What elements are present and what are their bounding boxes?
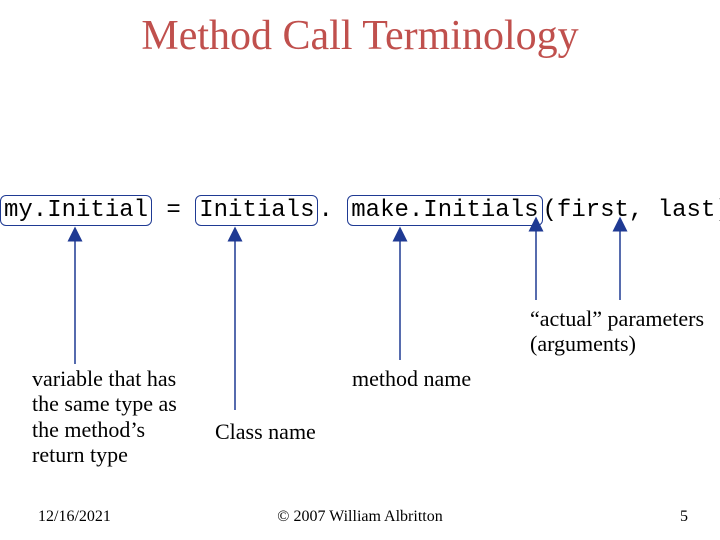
annotation-method-name: method name	[352, 366, 471, 391]
annot-var-line4: return type	[32, 442, 177, 467]
code-class-box: Initials	[195, 195, 318, 226]
code-variable-box: my.Initial	[0, 195, 152, 226]
annot-var-line1: variable that has	[32, 366, 177, 391]
code-method-box: make.Initials	[347, 195, 542, 226]
code-dot: .	[318, 197, 347, 224]
footer-copyright: © 2007 William Albritton	[0, 508, 720, 526]
code-line: my.Initial = Initials. make.Initials(fir…	[0, 195, 720, 226]
annotation-variable: variable that has the same type as the m…	[32, 366, 177, 467]
code-args: (first, last);	[543, 197, 720, 224]
footer-page-number: 5	[680, 508, 688, 526]
code-equals: =	[152, 197, 195, 224]
annotation-actual-parameters: “actual” parameters (arguments)	[530, 306, 704, 357]
annot-var-line3: the method’s	[32, 417, 177, 442]
annotation-class-name: Class name	[215, 419, 316, 444]
slide-title: Method Call Terminology	[0, 12, 720, 60]
annot-actual-line2: (arguments)	[530, 331, 704, 356]
annot-var-line2: the same type as	[32, 391, 177, 416]
annot-actual-line1: “actual” parameters	[530, 306, 704, 331]
slide: Method Call Terminology my.Initial = Ini…	[0, 0, 720, 540]
